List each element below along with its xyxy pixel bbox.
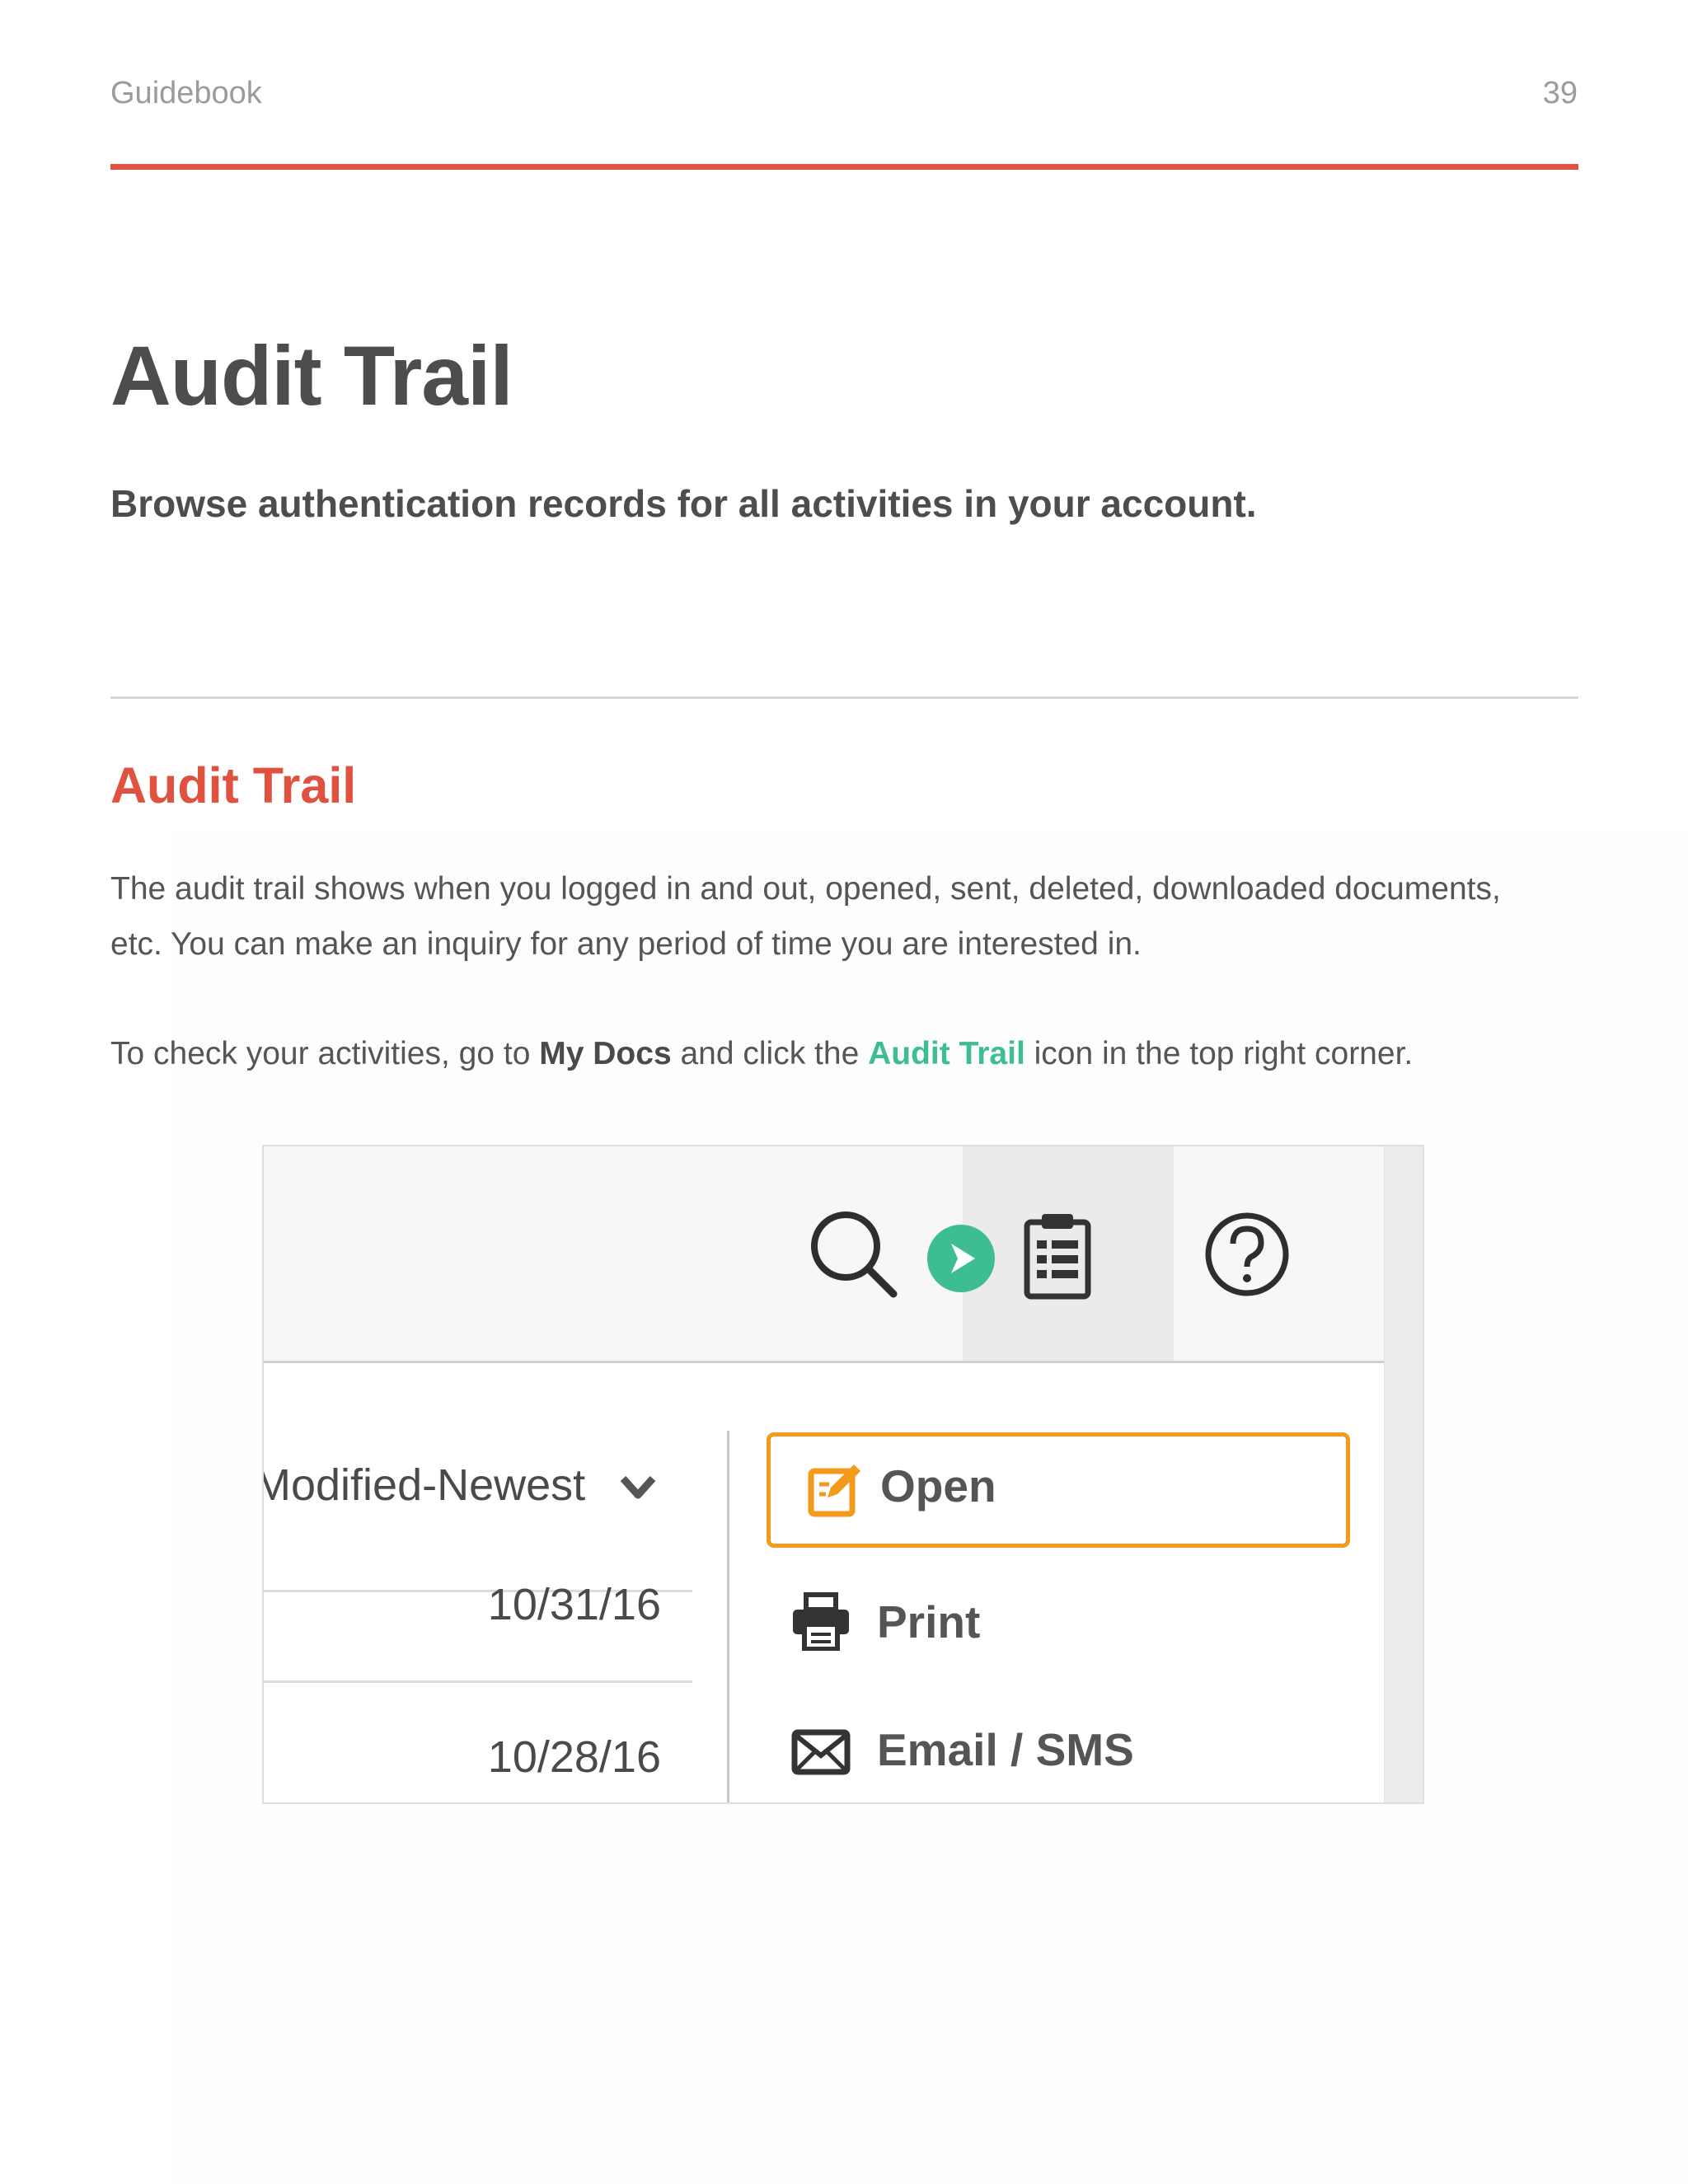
paragraph-instructions: To check your activities, go to My Docs …: [110, 1026, 1512, 1081]
paragraph-intro: The audit trail shows when you logged in…: [110, 871, 1501, 962]
section-title: Audit Trail: [110, 757, 357, 813]
audit-trail-screenshot: Modified-Newest 10/31/16 10/28/16 Open P…: [262, 1145, 1424, 1804]
clipboard-icon[interactable]: [1024, 1209, 1091, 1300]
search-icon[interactable]: [808, 1208, 898, 1299]
header-guidebook: Guidebook: [110, 76, 262, 110]
page-title: Audit Trail: [110, 329, 513, 423]
row-divider: [264, 1680, 692, 1683]
menu-item-print[interactable]: Print: [877, 1596, 980, 1648]
instruction-text-3: icon in the top right corner.: [1025, 1036, 1414, 1071]
date-cell: 10/31/16: [487, 1580, 661, 1629]
sort-dropdown-label[interactable]: Modified-Newest: [264, 1460, 585, 1511]
edit-icon: [808, 1465, 860, 1517]
toolbar: [264, 1146, 1386, 1363]
column-divider: [727, 1431, 729, 1802]
page-subtitle: Browse authentication records for all ac…: [110, 482, 1257, 525]
my-docs-label: My Docs: [539, 1036, 672, 1071]
chevron-down-icon[interactable]: [620, 1474, 656, 1503]
scrollbar[interactable]: [1384, 1146, 1423, 1802]
help-icon[interactable]: [1203, 1211, 1291, 1298]
instruction-text-1: To check your activities, go to: [110, 1036, 540, 1071]
mail-icon: [791, 1729, 851, 1775]
audit-trail-link[interactable]: Audit Trail: [868, 1036, 1025, 1071]
date-cell: 10/28/16: [487, 1732, 661, 1782]
page-number: 39: [1542, 76, 1578, 110]
printer-icon: [793, 1592, 849, 1651]
arrow-right-icon: [927, 1225, 995, 1292]
menu-item-open[interactable]: Open: [880, 1460, 996, 1512]
header-divider: [110, 164, 1578, 170]
section-divider: [110, 696, 1578, 699]
instruction-text-2: and click the: [671, 1036, 869, 1071]
menu-item-email-sms[interactable]: Email / SMS: [877, 1723, 1134, 1776]
